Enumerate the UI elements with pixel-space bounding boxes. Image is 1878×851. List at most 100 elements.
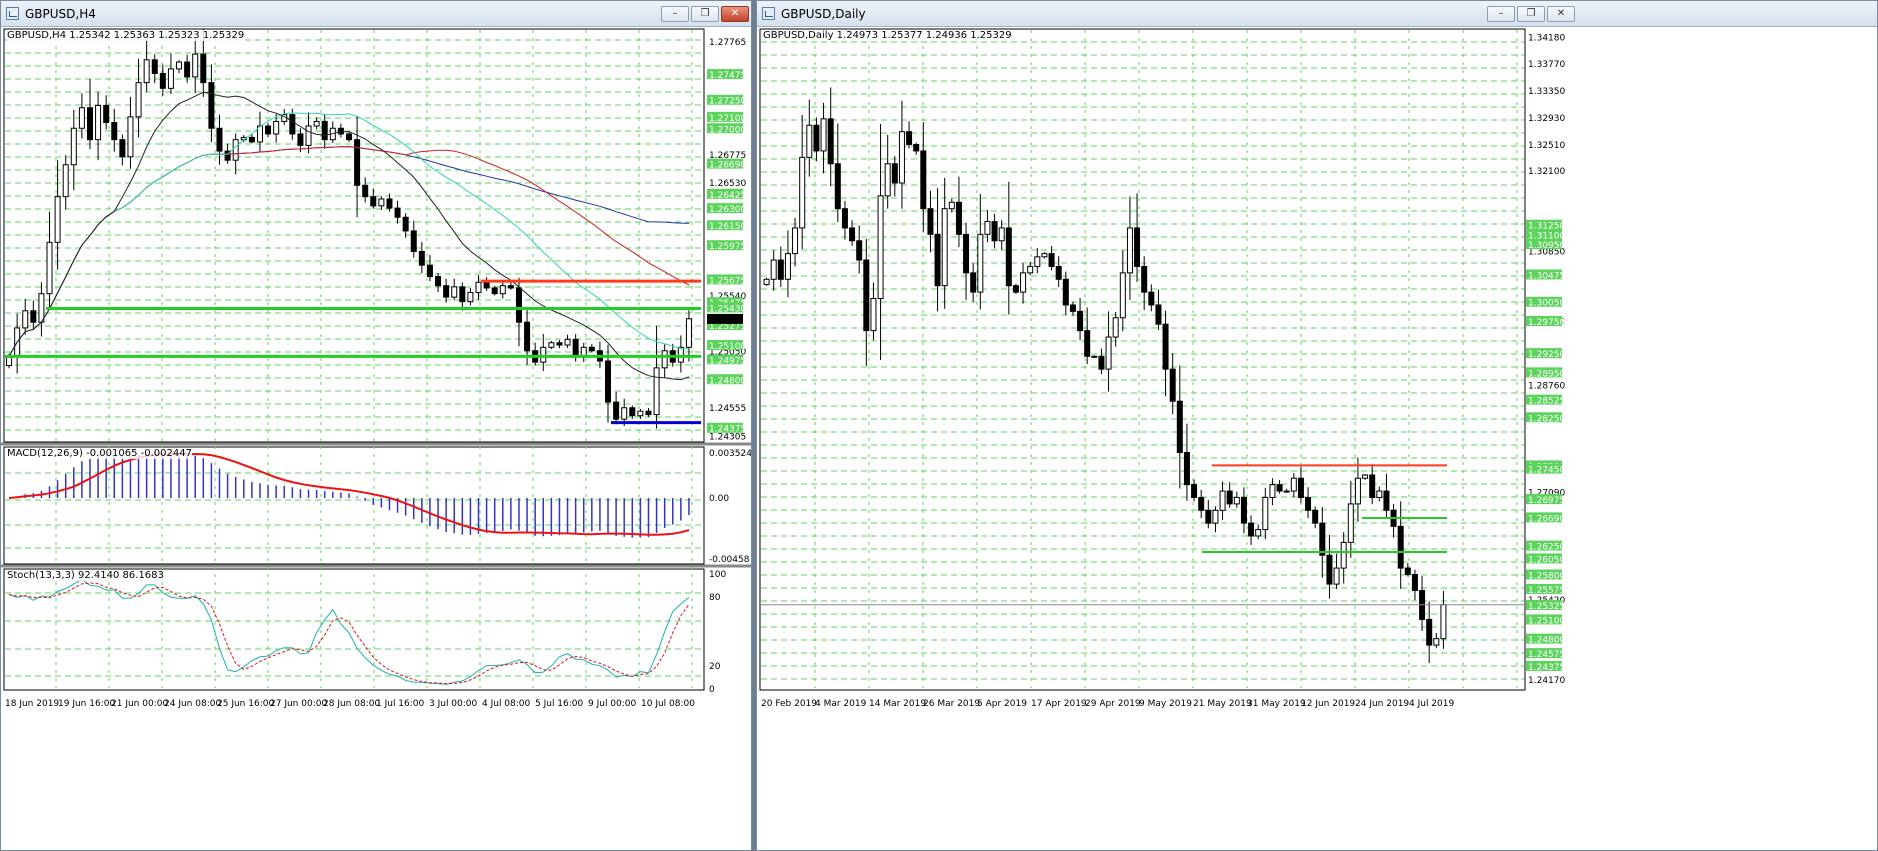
candle bbox=[111, 122, 118, 141]
candle bbox=[483, 281, 490, 289]
candle bbox=[891, 163, 898, 184]
macd-axis-label: -0.00458 bbox=[709, 555, 750, 565]
time-axis-label: 27 Jun 00:00 bbox=[270, 699, 327, 709]
candle bbox=[685, 318, 692, 348]
candle bbox=[984, 221, 991, 235]
candle bbox=[1354, 477, 1361, 505]
candle bbox=[870, 298, 877, 332]
candle bbox=[653, 367, 660, 416]
stoch-axis-label: 0 bbox=[709, 685, 715, 695]
price-tag-label: 1.27450 bbox=[1528, 466, 1565, 476]
candle bbox=[362, 184, 369, 198]
candle bbox=[763, 278, 770, 285]
candle bbox=[475, 281, 482, 294]
window-titlebar[interactable]: GBPUSD,Daily – ❐ ✕ bbox=[757, 1, 1877, 27]
price-tag-label: 1.26425 bbox=[709, 191, 746, 201]
candle bbox=[1255, 529, 1262, 537]
price-axis-label: 1.24555 bbox=[709, 404, 746, 414]
candle bbox=[176, 61, 183, 70]
candle bbox=[629, 407, 636, 417]
candle bbox=[151, 59, 158, 74]
candle bbox=[1383, 490, 1390, 511]
candle bbox=[540, 346, 547, 363]
time-axis-label: 9 May 2019 bbox=[1139, 699, 1192, 709]
price-tag-label: 1.24800 bbox=[1528, 636, 1565, 646]
price-tag-label: 1.26690 bbox=[709, 161, 746, 171]
candle bbox=[1183, 452, 1190, 486]
candle bbox=[443, 285, 450, 298]
candle bbox=[1027, 265, 1034, 274]
candle bbox=[1283, 490, 1290, 493]
candle bbox=[1319, 522, 1326, 556]
candle bbox=[784, 253, 791, 280]
candle bbox=[86, 107, 93, 141]
candle bbox=[1219, 490, 1226, 511]
price-tag-label: 1.30475 bbox=[1528, 271, 1565, 281]
minimize-button[interactable]: – bbox=[661, 6, 689, 22]
candle bbox=[863, 259, 870, 332]
price-tag-label: 1.27475 bbox=[709, 71, 746, 81]
candle bbox=[248, 136, 255, 143]
price-tag-label: 1.26975 bbox=[1528, 496, 1565, 506]
candle bbox=[1012, 285, 1019, 293]
candle bbox=[970, 272, 977, 293]
window-title: GBPUSD,Daily bbox=[781, 7, 866, 21]
price-tag-label: 1.24575 bbox=[1528, 650, 1565, 660]
candle bbox=[402, 216, 409, 232]
chart-window-gbpusd-h4[interactable]: GBPUSD,H4 – ❐ ✕ 1.27765 1.26775 1.26530 1.2… bbox=[0, 0, 752, 851]
stoch-axis-label: 100 bbox=[709, 570, 726, 580]
candle bbox=[135, 82, 142, 118]
price-tag-label: 1.25675 bbox=[709, 276, 746, 286]
time-axis-label: 5 Jul 16:00 bbox=[535, 699, 584, 709]
time-axis-label: 17 Apr 2019 bbox=[1031, 699, 1087, 709]
restore-button[interactable]: ❐ bbox=[1517, 6, 1545, 22]
price-tag-label: 1.25430 bbox=[709, 304, 746, 314]
candle bbox=[1269, 484, 1276, 498]
candle bbox=[1362, 474, 1369, 479]
candle bbox=[977, 233, 984, 293]
restore-button[interactable]: ❐ bbox=[691, 6, 719, 22]
candle bbox=[1141, 265, 1148, 293]
candle bbox=[524, 321, 531, 352]
candle bbox=[119, 139, 126, 158]
candle bbox=[1240, 496, 1247, 524]
candle bbox=[1262, 496, 1269, 531]
stoch-header: Stoch(13,3,3) 92.4140 86.1683 bbox=[7, 570, 164, 581]
candle bbox=[435, 276, 442, 287]
time-axis-label: 3 Jul 00:00 bbox=[429, 699, 478, 709]
time-axis-label: 4 Mar 2019 bbox=[815, 699, 867, 709]
candle bbox=[1233, 496, 1240, 505]
candle bbox=[321, 120, 328, 141]
candle bbox=[289, 114, 296, 135]
candle bbox=[1191, 484, 1198, 498]
time-axis-label: 29 Apr 2019 bbox=[1085, 699, 1141, 709]
candle bbox=[1411, 573, 1418, 592]
price-tag-label: 1.24975 bbox=[709, 356, 746, 366]
price-tag-label: 1.25100 bbox=[709, 342, 746, 352]
minimize-button[interactable]: – bbox=[1487, 6, 1515, 22]
candle bbox=[991, 221, 998, 242]
price-axis-label: 1.28760 bbox=[1528, 382, 1565, 392]
candle bbox=[1098, 355, 1105, 370]
close-button[interactable]: ✕ bbox=[1547, 6, 1575, 22]
candle bbox=[507, 285, 514, 289]
close-button[interactable]: ✕ bbox=[721, 6, 749, 22]
price-tag-label: 1.24800 bbox=[709, 376, 746, 386]
price-tag-label: 1.26300 bbox=[709, 205, 746, 215]
chart-window-gbpusd-daily[interactable]: GBPUSD,Daily – ❐ ✕ 1.34180 1.33770 1.33350… bbox=[756, 0, 1878, 851]
daily-chart-area[interactable]: 1.34180 1.33770 1.33350 1.32930 1.32510 1.321… bbox=[757, 28, 1877, 850]
price-axis-label: 1.34180 bbox=[1528, 34, 1565, 44]
time-axis-label: 9 Jul 00:00 bbox=[588, 699, 637, 709]
candle bbox=[941, 208, 948, 287]
window-titlebar[interactable]: GBPUSD,H4 – ❐ ✕ bbox=[1, 1, 751, 27]
candle bbox=[62, 164, 69, 198]
price-axis-label: 1.32510 bbox=[1528, 141, 1565, 151]
time-axis-label: 14 Mar 2019 bbox=[869, 699, 926, 709]
candle bbox=[645, 410, 652, 416]
stoch-axis-label: 20 bbox=[709, 662, 721, 672]
h4-chart-area[interactable]: 1.277651.267751.265301.255401.250501.245… bbox=[1, 28, 751, 850]
candle bbox=[856, 240, 863, 261]
candle bbox=[394, 207, 401, 218]
candle bbox=[948, 201, 955, 210]
candle bbox=[913, 144, 920, 152]
